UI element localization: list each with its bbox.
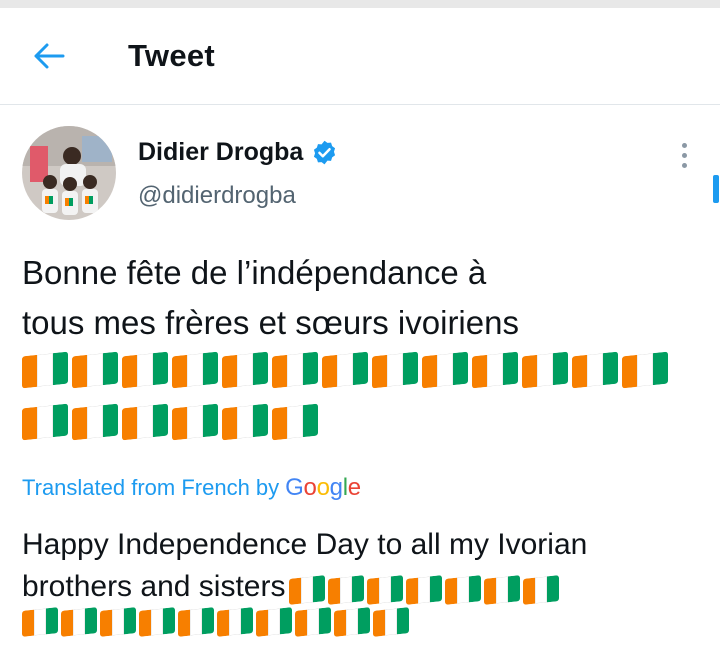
translation-line: Happy Independence Day to all my Ivorian bbox=[22, 528, 588, 561]
avatar[interactable] bbox=[22, 126, 116, 220]
ivory-coast-flag-icon bbox=[22, 607, 58, 637]
ivory-coast-flag-icon bbox=[367, 574, 404, 605]
ivory-coast-flag-icon bbox=[522, 351, 568, 389]
ivory-coast-flag-icon bbox=[172, 351, 218, 389]
ivory-coast-flag-icon bbox=[178, 607, 214, 637]
ivory-coast-flag-icon bbox=[222, 351, 268, 389]
ivory-coast-flag-icon bbox=[72, 403, 118, 441]
author-handle[interactable]: @didierdrogba bbox=[138, 182, 296, 210]
ivory-coast-flag-icon bbox=[217, 607, 253, 637]
ivory-coast-flag-icon bbox=[72, 351, 118, 389]
ivory-coast-flag-icon bbox=[484, 574, 521, 605]
tweet-flags-row bbox=[22, 350, 668, 390]
ivory-coast-flag-icon bbox=[100, 607, 136, 637]
translated-label: Translated from French by bbox=[22, 475, 280, 500]
translation-flags bbox=[289, 574, 560, 605]
more-options-button[interactable] bbox=[672, 140, 696, 170]
ivory-coast-flag-icon bbox=[622, 351, 668, 389]
author-name-row[interactable]: Didier Drogba bbox=[138, 138, 338, 167]
tweet-flags-row bbox=[22, 402, 318, 442]
ivory-coast-flag-icon bbox=[172, 403, 218, 441]
ivory-coast-flag-icon bbox=[334, 607, 370, 637]
avatar-photo bbox=[22, 126, 116, 220]
verified-badge-icon bbox=[314, 140, 336, 165]
more-dot-icon bbox=[681, 162, 687, 168]
ivory-coast-flag-icon bbox=[322, 351, 368, 389]
translated-text: Happy Independence Day to all my Ivorian… bbox=[22, 524, 702, 608]
google-logo: Google bbox=[285, 474, 361, 501]
status-strip bbox=[0, 0, 720, 8]
ivory-coast-flag-icon bbox=[61, 607, 97, 637]
ivory-coast-flag-icon bbox=[22, 351, 68, 389]
ivory-coast-flag-icon bbox=[272, 403, 318, 441]
ivory-coast-flag-icon bbox=[406, 574, 443, 605]
ivory-coast-flag-icon bbox=[372, 351, 418, 389]
translation-line: brothers and sisters bbox=[22, 570, 286, 603]
ivory-coast-flag-icon bbox=[256, 607, 292, 637]
ivory-coast-flag-icon bbox=[523, 574, 560, 605]
ivory-coast-flag-icon bbox=[422, 351, 468, 389]
ivory-coast-flag-icon bbox=[295, 607, 331, 637]
page-title: Tweet bbox=[128, 38, 216, 73]
back-button[interactable] bbox=[26, 36, 72, 76]
ivory-coast-flag-icon bbox=[139, 607, 175, 637]
ivory-coast-flag-icon bbox=[222, 403, 268, 441]
ivory-coast-flag-icon bbox=[445, 574, 482, 605]
ivory-coast-flag-icon bbox=[122, 403, 168, 441]
translation-flags-row bbox=[22, 606, 409, 646]
ivory-coast-flag-icon bbox=[272, 351, 318, 389]
tweet-line: tous mes frères et sœurs ivoiriens bbox=[22, 304, 519, 341]
tweet-line: Bonne fête de l’indépendance à bbox=[22, 254, 487, 291]
header: Tweet bbox=[0, 8, 720, 105]
ivory-coast-flag-icon bbox=[472, 351, 518, 389]
arrow-left-icon bbox=[34, 43, 65, 69]
ivory-coast-flag-icon bbox=[373, 607, 409, 637]
more-dot-icon bbox=[681, 142, 687, 148]
author-name[interactable]: Didier Drogba bbox=[138, 138, 303, 167]
ivory-coast-flag-icon bbox=[289, 574, 326, 605]
ivory-coast-flag-icon bbox=[328, 574, 365, 605]
ivory-coast-flag-icon bbox=[22, 403, 68, 441]
more-dot-icon bbox=[681, 152, 687, 158]
ivory-coast-flag-icon bbox=[572, 351, 618, 389]
scrollbar-thumb[interactable] bbox=[713, 175, 719, 203]
tweet-text: Bonne fête de l’indépendance à tous mes … bbox=[22, 248, 702, 348]
ivory-coast-flag-icon bbox=[122, 351, 168, 389]
translation-attribution[interactable]: Translated from French by Google bbox=[22, 474, 361, 502]
